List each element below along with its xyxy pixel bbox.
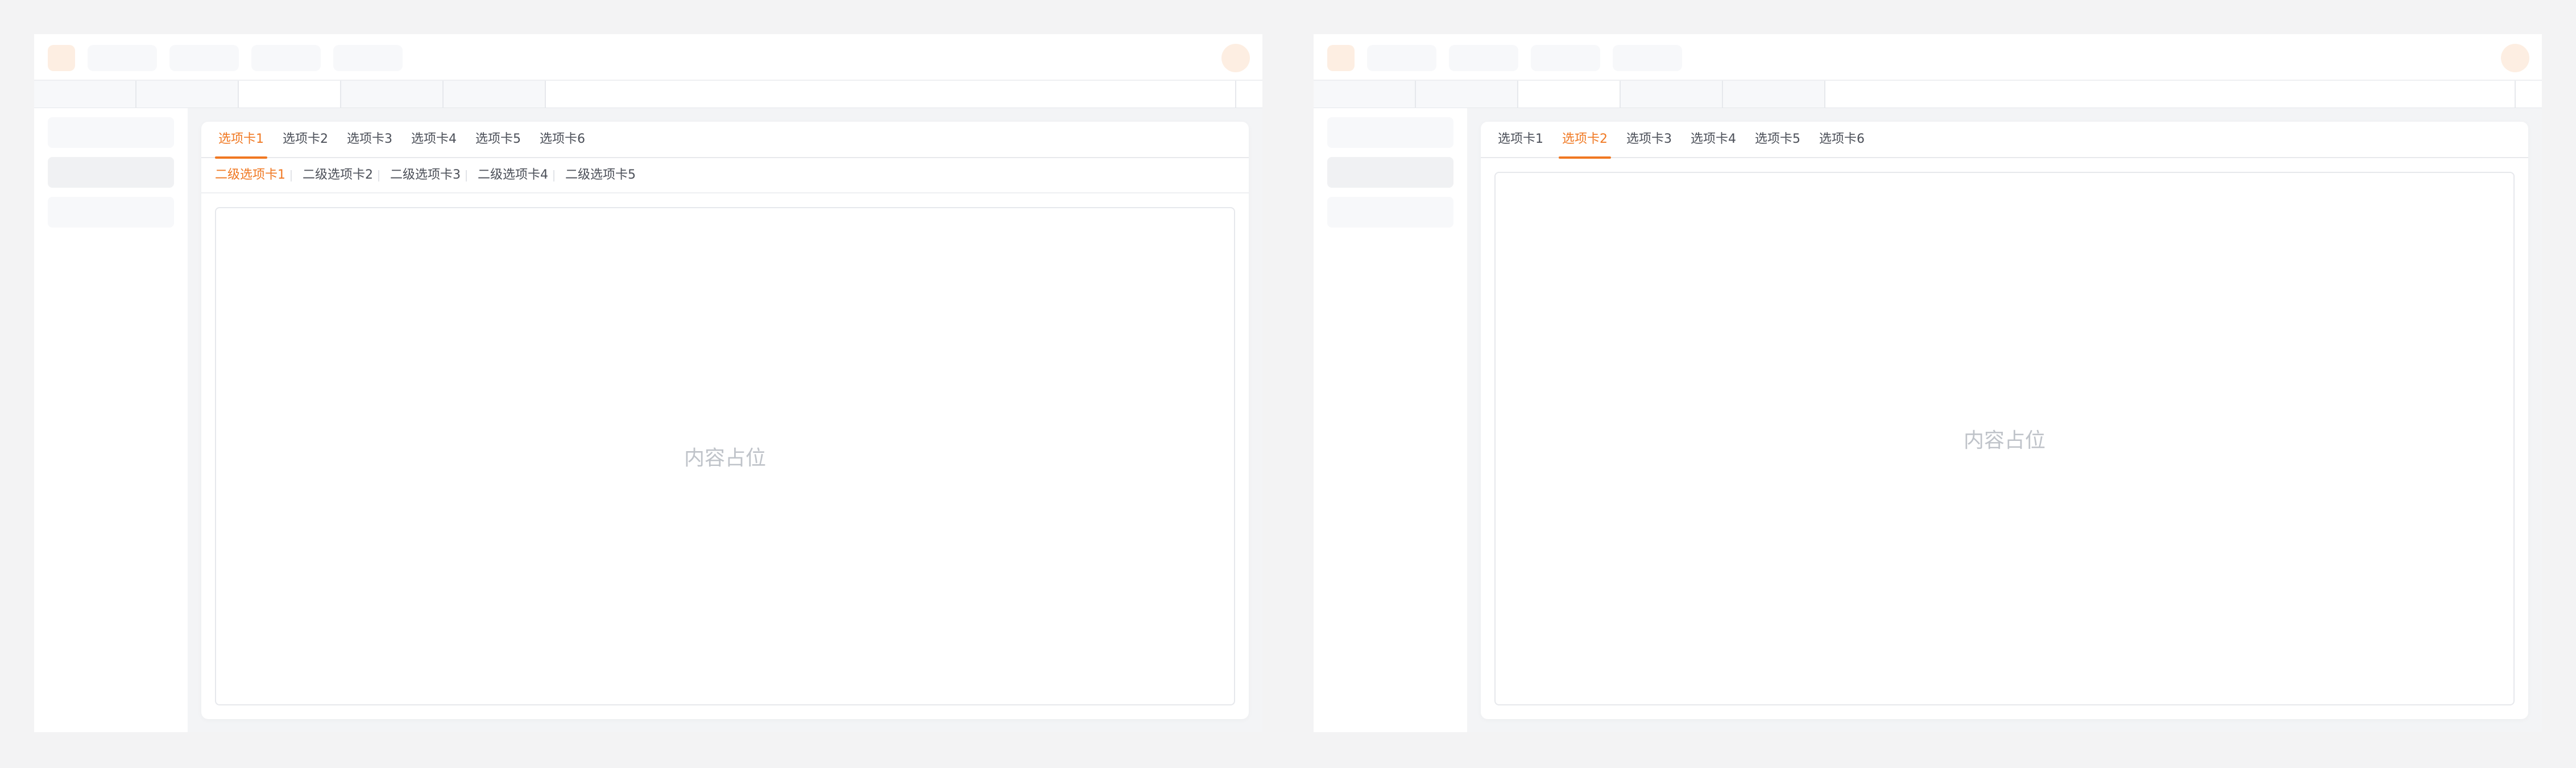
tab-6[interactable]: 选项卡6 [1816, 122, 1868, 158]
sidebar-item-placeholder[interactable] [48, 197, 174, 228]
app-window-left: 选项卡1 选项卡2 选项卡3 选项卡4 选项卡5 选项卡6 二级选项卡1 二级选… [34, 34, 1262, 732]
nav-item-placeholder[interactable] [1531, 45, 1600, 71]
subtab-5[interactable]: 二级选项卡5 [565, 158, 636, 192]
tab-4[interactable]: 选项卡4 [408, 122, 460, 158]
avatar[interactable] [2501, 44, 2529, 72]
subtab-1[interactable]: 二级选项卡1 [215, 158, 285, 192]
sidebar-item-placeholder[interactable] [1327, 197, 1453, 228]
nav-item-placeholder[interactable] [333, 45, 403, 71]
sidebar-item-placeholder-selected[interactable] [1327, 157, 1453, 188]
page-tab-placeholder[interactable] [1723, 81, 1825, 108]
logo-placeholder [48, 45, 75, 71]
nav-item-placeholder[interactable] [1367, 45, 1436, 71]
nav-item-placeholder[interactable] [251, 45, 321, 71]
page-tab-placeholder[interactable] [1314, 81, 1416, 108]
top-navigation-bar [34, 34, 1262, 81]
primary-tabs: 选项卡1 选项卡2 选项卡3 选项卡4 选项卡5 选项卡6 [1481, 122, 2528, 159]
nav-item-placeholder[interactable] [169, 45, 239, 71]
main-card: 选项卡1 选项卡2 选项卡3 选项卡4 选项卡5 选项卡6 内容占位 [1481, 122, 2528, 719]
tab-3[interactable]: 选项卡3 [343, 122, 396, 158]
sidebar-item-placeholder[interactable] [1327, 117, 1453, 148]
tab-5[interactable]: 选项卡5 [1751, 122, 1804, 158]
tab-1[interactable]: 选项卡1 [1494, 122, 1547, 158]
page-tab-strip [1314, 81, 2542, 108]
page-tab-strip-end [2515, 81, 2542, 108]
subtab-3[interactable]: 二级选项卡3 [390, 158, 461, 192]
content-placeholder-text: 内容占位 [684, 447, 766, 470]
tab-2[interactable]: 选项卡2 [1559, 122, 1611, 159]
subtab-divider [291, 170, 292, 181]
page-tab-placeholder[interactable] [1621, 81, 1723, 108]
page-tab-placeholder-active[interactable] [1518, 81, 1621, 108]
content-area: 内容占位 [1494, 172, 2515, 705]
subtab-4[interactable]: 二级选项卡4 [478, 158, 548, 192]
main-card: 选项卡1 选项卡2 选项卡3 选项卡4 选项卡5 选项卡6 二级选项卡1 二级选… [201, 122, 1249, 719]
page-tab-placeholder[interactable] [1416, 81, 1518, 108]
sidebar-item-placeholder[interactable] [48, 117, 174, 148]
top-navigation-bar [1314, 34, 2542, 81]
tab-5[interactable]: 选项卡5 [472, 122, 524, 158]
avatar[interactable] [1221, 44, 1250, 72]
sidebar [1314, 108, 1467, 732]
sidebar [34, 108, 188, 732]
subtab-2[interactable]: 二级选项卡2 [303, 158, 373, 192]
tab-2[interactable]: 选项卡2 [279, 122, 332, 158]
content-placeholder-text: 内容占位 [1963, 429, 2045, 452]
logo-placeholder [1327, 45, 1355, 71]
page-tab-strip-end [1235, 81, 1262, 108]
subtab-divider [466, 170, 467, 181]
nav-item-placeholder[interactable] [88, 45, 157, 71]
secondary-tabs: 二级选项卡1 二级选项卡2 二级选项卡3 二级选项卡4 二级选项卡5 [201, 158, 1249, 193]
tab-6[interactable]: 选项卡6 [536, 122, 589, 158]
page-tab-strip [34, 81, 1262, 108]
subtab-divider [553, 170, 554, 181]
sidebar-item-placeholder-selected[interactable] [48, 157, 174, 188]
app-window-right: 选项卡1 选项卡2 选项卡3 选项卡4 选项卡5 选项卡6 内容占位 [1314, 34, 2542, 732]
subtab-divider [378, 170, 379, 181]
page-tab-placeholder[interactable] [136, 81, 239, 108]
nav-item-placeholder[interactable] [1449, 45, 1518, 71]
page-tab-placeholder[interactable] [34, 81, 136, 108]
page-tab-placeholder[interactable] [341, 81, 444, 108]
content-area: 内容占位 [215, 207, 1235, 705]
tab-1[interactable]: 选项卡1 [215, 122, 267, 159]
primary-tabs: 选项卡1 选项卡2 选项卡3 选项卡4 选项卡5 选项卡6 [201, 122, 1249, 159]
nav-item-placeholder[interactable] [1613, 45, 1682, 71]
page-tab-placeholder[interactable] [444, 81, 546, 108]
page-tab-placeholder-active[interactable] [239, 81, 341, 108]
tab-4[interactable]: 选项卡4 [1687, 122, 1740, 158]
tab-3[interactable]: 选项卡3 [1623, 122, 1675, 158]
